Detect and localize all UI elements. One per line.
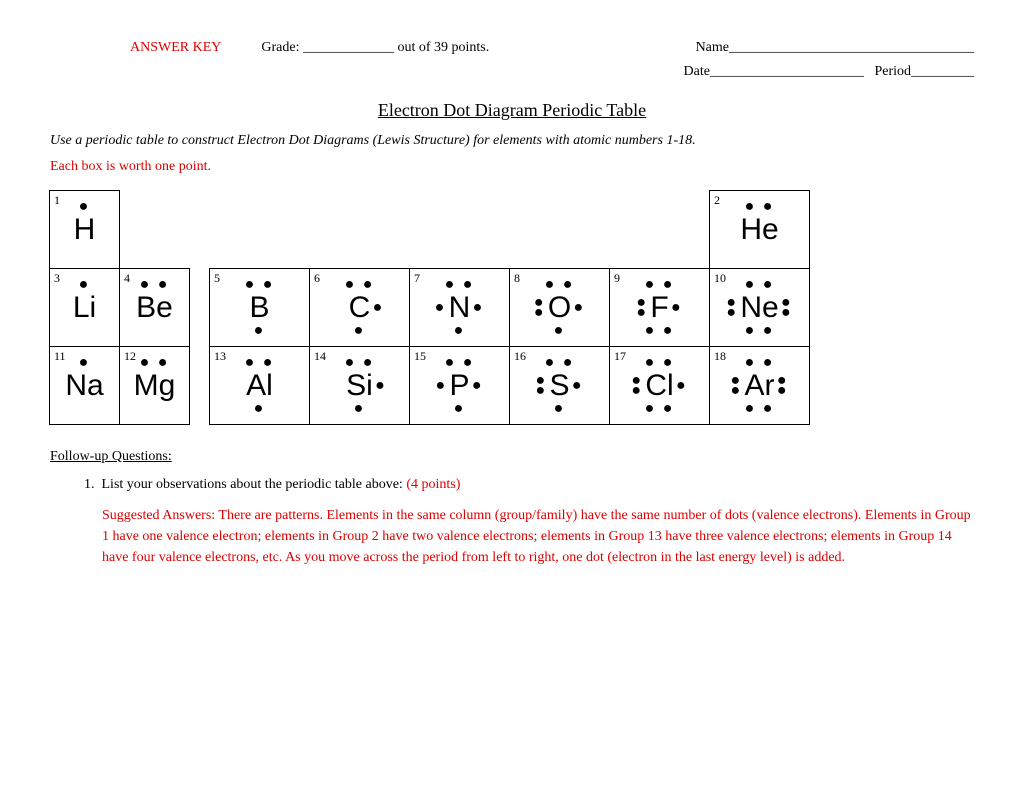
element-cell-18: 18 Ar● ●●●● ●●● <box>709 346 810 425</box>
atomic-number: 10 <box>714 271 726 286</box>
element-cell-12: 12 Mg● ● <box>119 346 190 425</box>
grade-label: Grade: _____________ out of 39 points. <box>261 40 489 56</box>
element-symbol: Si● ●●● <box>346 371 373 401</box>
element-symbol: Cl● ●●● ●●● <box>645 371 673 401</box>
element-cell-16: 16 S● ●●●●● <box>509 346 610 425</box>
element-symbol: F● ●●● ●●● <box>650 293 668 323</box>
header-row-1: ANSWER KEY Grade: _____________ out of 3… <box>50 40 974 56</box>
element-cell-10: 10 Ne● ●●●● ●●● <box>709 268 810 347</box>
atomic-number: 7 <box>414 271 420 286</box>
element-symbol: P● ●●●● <box>449 371 469 401</box>
atomic-number: 12 <box>124 349 136 364</box>
instructions: Use a periodic table to construct Electr… <box>50 133 974 149</box>
element-symbol: C● ●●● <box>349 293 371 323</box>
date-label: Date______________________ <box>684 64 864 79</box>
element-cell-17: 17 Cl● ●●● ●●● <box>609 346 710 425</box>
question-text: List your observations about the periodi… <box>102 477 407 492</box>
element-symbol: O● ●●●●● <box>548 293 571 323</box>
element-cell-3: 3 Li● <box>49 268 120 347</box>
element-cell-5: 5 B● ●● <box>209 268 310 347</box>
element-cell-11: 11 Na● <box>49 346 120 425</box>
element-symbol: Ar● ●●●● ●●● <box>745 371 775 401</box>
atomic-number: 3 <box>54 271 60 286</box>
question-block: 1. List your observations about the peri… <box>50 477 974 568</box>
atomic-number: 15 <box>414 349 426 364</box>
atomic-number: 1 <box>54 193 60 208</box>
atomic-number: 13 <box>214 349 226 364</box>
atomic-number: 6 <box>314 271 320 286</box>
element-cell-9: 9 F● ●●● ●●● <box>609 268 710 347</box>
page-title: Electron Dot Diagram Periodic Table <box>50 100 974 121</box>
element-symbol: Na● <box>65 371 103 401</box>
element-symbol: Al● ●● <box>246 371 273 401</box>
element-symbol: Mg● ● <box>134 371 176 401</box>
element-cell-13: 13 Al● ●● <box>209 346 310 425</box>
atomic-number: 4 <box>124 271 130 286</box>
element-cell-2: 2 He● ● <box>709 190 810 269</box>
suggested-answer: Suggested Answers: There are patterns. E… <box>84 505 974 568</box>
element-symbol: B● ●● <box>249 293 269 323</box>
element-symbol: S● ●●●●● <box>549 371 569 401</box>
element-symbol: N● ●●●● <box>449 293 471 323</box>
element-cell-8: 8 O● ●●●●● <box>509 268 610 347</box>
periodic-table: 1 H● 2 He● ● 3 Li● 4 Be● ● 5 B● ●● 6 C● … <box>50 191 974 425</box>
points-note: Each box is worth one point. <box>50 159 974 175</box>
atomic-number: 5 <box>214 271 220 286</box>
element-cell-6: 6 C● ●●● <box>309 268 410 347</box>
element-cell-15: 15 P● ●●●● <box>409 346 510 425</box>
answer-key-label: ANSWER KEY <box>130 40 221 56</box>
element-symbol: Be● ● <box>136 293 173 323</box>
atomic-number: 17 <box>614 349 626 364</box>
element-cell-1: 1 H● <box>49 190 120 269</box>
atomic-number: 2 <box>714 193 720 208</box>
element-symbol: Li● <box>73 293 96 323</box>
element-symbol: H● <box>74 215 96 245</box>
question-points: (4 points) <box>406 477 460 492</box>
atomic-number: 14 <box>314 349 326 364</box>
element-cell-4: 4 Be● ● <box>119 268 190 347</box>
atomic-number: 8 <box>514 271 520 286</box>
name-label: Name___________________________________ <box>696 40 974 56</box>
followup-heading: Follow-up Questions: <box>50 449 974 465</box>
atomic-number: 16 <box>514 349 526 364</box>
header-row-2: Date______________________ Period_______… <box>50 64 974 80</box>
question-number: 1. <box>84 477 95 492</box>
atomic-number: 11 <box>54 349 66 364</box>
period-label: Period_________ <box>874 64 974 79</box>
atomic-number: 9 <box>614 271 620 286</box>
atomic-number: 18 <box>714 349 726 364</box>
element-symbol: He● ● <box>740 215 778 245</box>
element-symbol: Ne● ●●●● ●●● <box>740 293 778 323</box>
element-cell-14: 14 Si● ●●● <box>309 346 410 425</box>
element-cell-7: 7 N● ●●●● <box>409 268 510 347</box>
